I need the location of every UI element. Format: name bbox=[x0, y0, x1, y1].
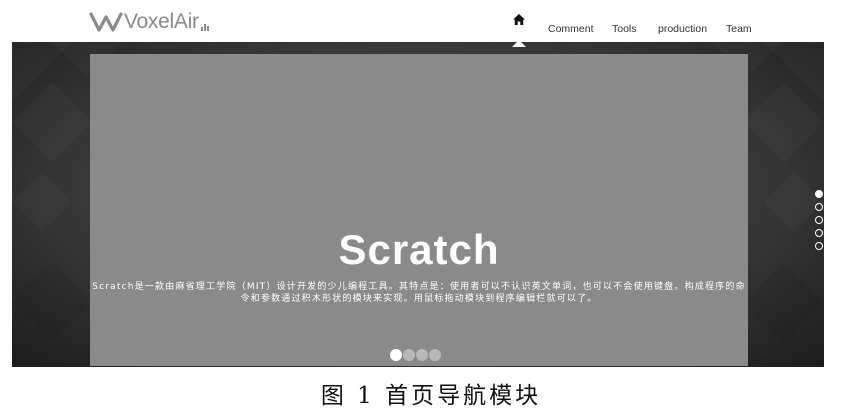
slide-dot-3[interactable] bbox=[416, 349, 428, 361]
brand-name: VoxelAir bbox=[124, 10, 199, 33]
slide-title: Scratch bbox=[338, 226, 500, 273]
site-header: VoxelAir Comment Tools production Team bbox=[0, 0, 862, 47]
slide-pagination bbox=[390, 349, 441, 361]
section-dot-3[interactable] bbox=[815, 216, 823, 224]
signal-bars-icon bbox=[200, 24, 209, 31]
section-pagination bbox=[815, 190, 823, 250]
nav-item-tools[interactable]: Tools bbox=[612, 23, 637, 35]
nav-item-production[interactable]: production bbox=[658, 23, 707, 35]
section-dot-4[interactable] bbox=[815, 229, 823, 237]
slide-description: Scratch是一款由麻省理工学院（MIT）设计开发的少儿编程工具。其特点是：使… bbox=[92, 282, 746, 304]
section-dot-5[interactable] bbox=[815, 242, 823, 250]
active-indicator-icon bbox=[512, 40, 526, 47]
section-dot-1[interactable] bbox=[815, 190, 823, 198]
slide-dot-4[interactable] bbox=[429, 349, 441, 361]
voxelair-logo-icon bbox=[89, 12, 123, 32]
slide-dot-1[interactable] bbox=[390, 349, 402, 361]
slide-panel: Scratch Scratch是一款由麻省理工学院（MIT）设计开发的少儿编程工… bbox=[90, 54, 748, 366]
figure-caption: 图 1 首页导航模块 bbox=[320, 383, 542, 409]
nav-item-comment[interactable]: Comment bbox=[548, 23, 594, 35]
section-dot-2[interactable] bbox=[815, 203, 823, 211]
logo[interactable]: VoxelAir bbox=[89, 8, 211, 36]
home-icon bbox=[513, 14, 525, 25]
nav-home[interactable] bbox=[508, 14, 530, 47]
slide-dot-2[interactable] bbox=[403, 349, 415, 361]
nav-item-team[interactable]: Team bbox=[726, 23, 752, 35]
